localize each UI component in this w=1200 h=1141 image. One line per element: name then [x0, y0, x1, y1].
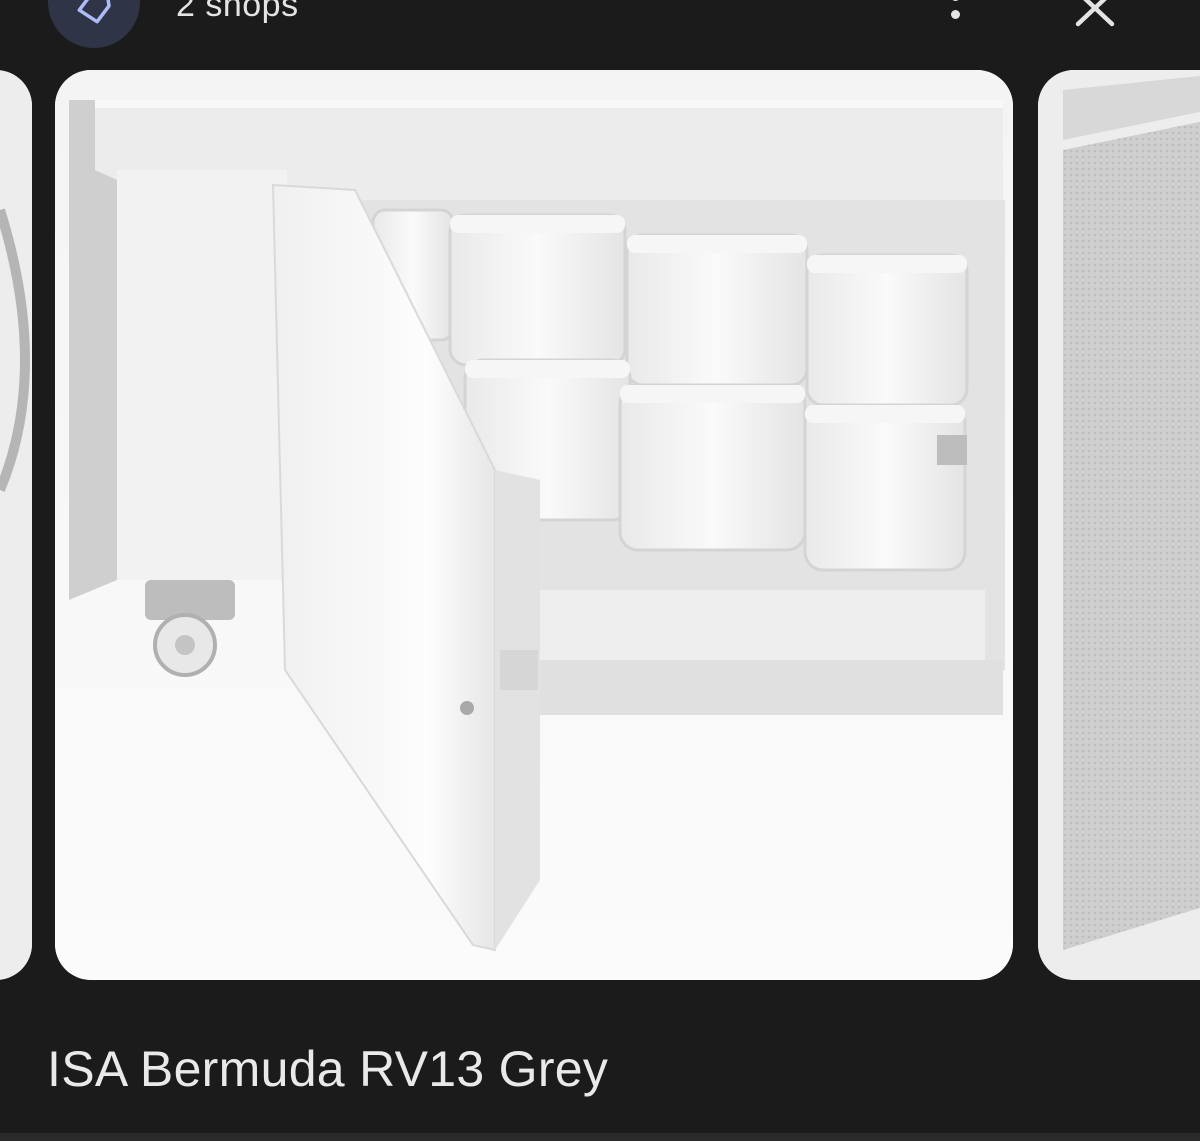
image-carousel[interactable]: [0, 70, 1200, 982]
previous-image-card[interactable]: [0, 70, 32, 980]
shops-count-label[interactable]: 2 shops: [176, 0, 299, 25]
product-title[interactable]: ISA Bermuda RV13 Grey: [47, 1040, 608, 1098]
top-bar: 2 shops: [0, 0, 1200, 62]
main-product-image-card[interactable]: [55, 70, 1013, 980]
more-options-button[interactable]: [934, 0, 978, 30]
close-button[interactable]: [1070, 0, 1120, 30]
divider: [0, 1133, 1200, 1141]
next-image-card[interactable]: [1038, 70, 1200, 980]
partial-product-image: [1038, 70, 1200, 980]
shops-tag-button[interactable]: [48, 0, 140, 48]
product-photo: [55, 70, 1013, 980]
partial-product-image: [0, 70, 32, 980]
tag-icon: [77, 0, 111, 24]
close-icon: [1075, 0, 1115, 27]
